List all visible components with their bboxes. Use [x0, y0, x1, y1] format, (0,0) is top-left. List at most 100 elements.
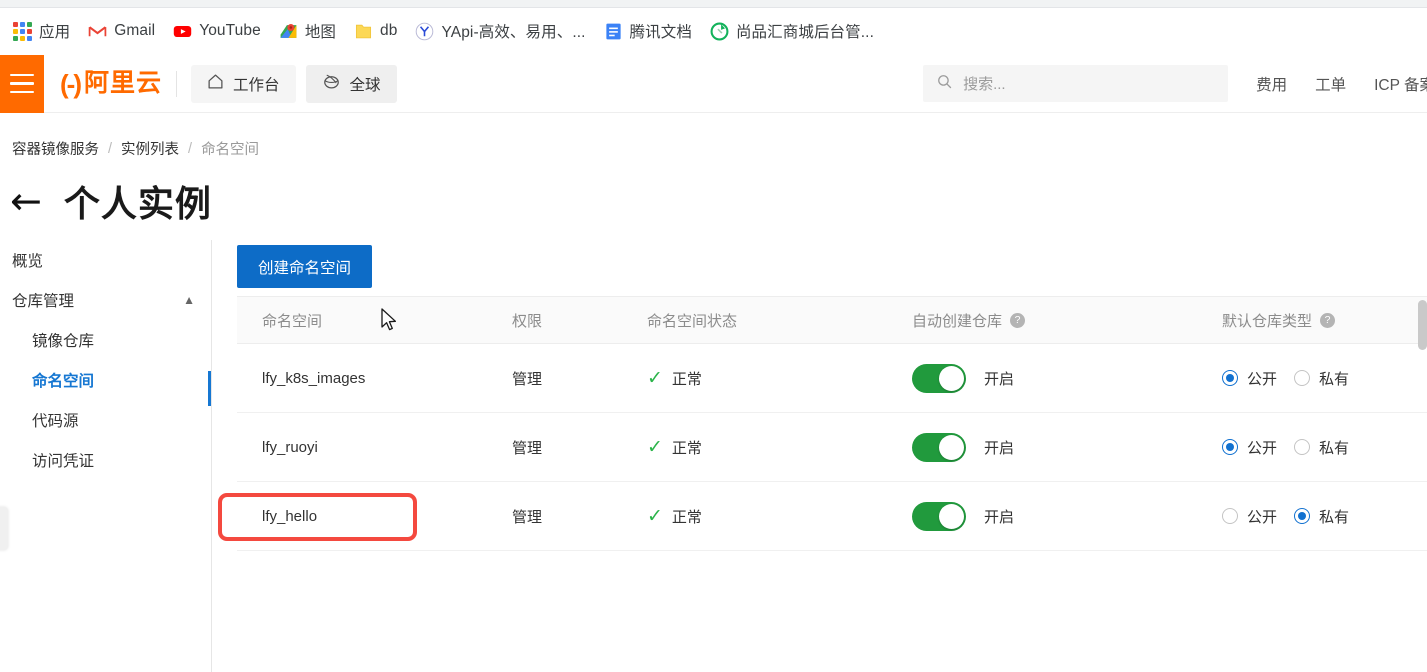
bookmark-label: Gmail: [114, 22, 156, 39]
table-row[interactable]: lfy_hello 管理 ✓ 正常 开启 公开 私有: [237, 482, 1427, 551]
radio-icon: [1222, 370, 1238, 386]
cell-default-repo-type: 公开 私有: [1222, 368, 1427, 389]
sidebar-item-code-source[interactable]: 代码源: [0, 400, 211, 440]
gmail-icon: [88, 22, 107, 41]
header-link-tickets[interactable]: 工单: [1315, 73, 1346, 95]
bookmark-apps[interactable]: 应用: [4, 16, 79, 46]
bookmark-label: 尚品汇商城后台管...: [735, 24, 874, 41]
auto-create-label: 开启: [984, 508, 1015, 526]
radio-option-public[interactable]: 公开: [1222, 506, 1277, 527]
breadcrumb-separator: /: [188, 140, 193, 157]
cell-permission: 管理: [512, 370, 543, 388]
aliyun-logo[interactable]: (-) 阿里云: [60, 71, 162, 97]
question-mark-icon[interactable]: ?: [1320, 312, 1336, 328]
bookmark-maps[interactable]: 地图: [270, 16, 345, 46]
global-region-button[interactable]: 全球: [305, 64, 397, 103]
sidebar-item-namespace[interactable]: 命名空间: [0, 360, 211, 400]
breadcrumb: 容器镜像服务 / 实例列表 / 命名空间: [12, 138, 259, 159]
sidebar-item-repo-management[interactable]: 仓库管理 ▲: [0, 280, 211, 320]
radio-icon: [1294, 439, 1311, 455]
table-row[interactable]: lfy_k8s_images 管理 ✓ 正常 开启 公开 私有: [237, 344, 1427, 413]
column-header-namespace: 命名空间: [262, 312, 323, 330]
browser-chrome-strip: [0, 0, 1427, 8]
header-link-icp[interactable]: ICP 备案: [1374, 73, 1427, 95]
cell-auto-create-repo: 开启: [912, 501, 1222, 531]
cell-default-repo-type: 公开 私有: [1222, 437, 1427, 458]
cell-permission: 管理: [512, 439, 543, 457]
cell-status: ✓ 正常: [647, 506, 912, 527]
breadcrumb-item-0[interactable]: 容器镜像服务: [12, 138, 99, 159]
page-title: 个人实例: [63, 183, 212, 224]
bookmark-tencent-docs[interactable]: 腾讯文档: [595, 16, 701, 46]
sidebar-item-label: 概览: [12, 253, 44, 270]
search-input[interactable]: 搜索...: [963, 73, 1006, 94]
cell-auto-create-repo: 开启: [912, 363, 1222, 393]
sidebar: 概览 仓库管理 ▲ 镜像仓库 命名空间 代码源 访问凭证: [0, 240, 211, 672]
radio-icon: [1294, 508, 1311, 524]
check-icon: ✓: [647, 435, 663, 458]
tencent-docs-icon: [604, 22, 623, 41]
bookmark-db-folder[interactable]: db: [345, 18, 406, 45]
table-row[interactable]: lfy_ruoyi 管理 ✓ 正常 开启 公开 私有: [237, 413, 1427, 482]
namespace-table: 命名空间 权限 命名空间状态 自动创建仓库 ? 默认仓库类型 ? lfy_k8s…: [237, 296, 1427, 551]
breadcrumb-separator: /: [108, 140, 113, 157]
sidebar-active-indicator: [208, 371, 211, 406]
bookmarks-bar: 应用 Gmail YouTube 地图 db YApi-高效、易用、... 腾讯…: [0, 8, 1427, 55]
bookmark-gmail[interactable]: Gmail: [79, 18, 164, 45]
page-scrollbar[interactable]: [1418, 300, 1427, 350]
auto-create-toggle[interactable]: [912, 363, 966, 393]
chevron-up-icon[interactable]: ▲: [183, 293, 195, 307]
cell-status: ✓ 正常: [647, 437, 912, 458]
column-header-permission: 权限: [512, 312, 543, 330]
radio-option-private[interactable]: 私有: [1294, 437, 1349, 458]
youtube-icon: [173, 22, 192, 41]
bookmark-shangpinhui[interactable]: 尚品汇商城后台管...: [701, 16, 883, 46]
table-header-row: 命名空间 权限 命名空间状态 自动创建仓库 ? 默认仓库类型 ?: [237, 296, 1427, 344]
back-arrow-icon[interactable]: ←: [10, 182, 42, 220]
create-namespace-button[interactable]: 创建命名空间: [237, 245, 372, 288]
bookmark-label: YApi-高效、易用、...: [441, 24, 586, 41]
auto-create-toggle[interactable]: [912, 501, 966, 531]
check-icon: ✓: [647, 504, 663, 527]
toggle-knob: [939, 503, 964, 529]
aliyun-logo-mark: (-): [60, 68, 82, 99]
sidebar-item-label: 命名空间: [32, 373, 95, 390]
workbench-button[interactable]: 工作台: [191, 64, 296, 103]
sidebar-item-access-credentials[interactable]: 访问凭证: [0, 440, 211, 480]
question-mark-icon[interactable]: ?: [1010, 312, 1026, 328]
header-right-group: 搜索... 费用 工单 ICP 备案: [923, 65, 1427, 102]
radio-label: 私有: [1319, 439, 1350, 457]
sidebar-item-label: 代码源: [32, 413, 79, 430]
bookmark-label: YouTube: [199, 22, 261, 39]
bookmark-label: 地图: [304, 24, 337, 41]
sidebar-item-image-repository[interactable]: 镜像仓库: [0, 320, 211, 360]
home-icon: [207, 73, 224, 95]
bookmark-label: 腾讯文档: [629, 24, 692, 41]
radio-option-private[interactable]: 私有: [1294, 368, 1349, 389]
hamburger-menu-icon[interactable]: [0, 54, 44, 113]
sidebar-item-label: 仓库管理: [12, 293, 75, 310]
radio-option-public[interactable]: 公开: [1222, 437, 1277, 458]
app-root: 应用 Gmail YouTube 地图 db YApi-高效、易用、... 腾讯…: [0, 0, 1427, 672]
bookmark-youtube[interactable]: YouTube: [164, 18, 270, 45]
radio-label: 公开: [1247, 439, 1278, 457]
column-label: 自动创建仓库: [912, 312, 1003, 330]
sidebar-item-overview[interactable]: 概览: [0, 240, 211, 280]
status-label: 正常: [671, 370, 702, 388]
bookmark-yapi[interactable]: YApi-高效、易用、...: [406, 16, 594, 46]
auto-create-toggle[interactable]: [912, 432, 966, 462]
header-link-fees[interactable]: 费用: [1256, 73, 1287, 95]
radio-label: 公开: [1247, 508, 1278, 526]
search-box[interactable]: 搜索...: [923, 65, 1229, 102]
column-label: 默认仓库类型: [1222, 312, 1313, 330]
column-header-auto-create-repo: 自动创建仓库 ?: [912, 310, 1222, 331]
search-icon: [936, 73, 953, 95]
radio-option-public[interactable]: 公开: [1222, 368, 1277, 389]
radio-option-private[interactable]: 私有: [1294, 506, 1349, 527]
column-header-default-repo-type: 默认仓库类型 ?: [1222, 310, 1427, 331]
bookmark-label: db: [380, 22, 398, 39]
breadcrumb-item-1[interactable]: 实例列表: [121, 138, 179, 159]
auto-create-label: 开启: [984, 439, 1015, 457]
sidebar-collapse-handle[interactable]: [0, 507, 8, 550]
cell-default-repo-type: 公开 私有: [1222, 506, 1427, 527]
